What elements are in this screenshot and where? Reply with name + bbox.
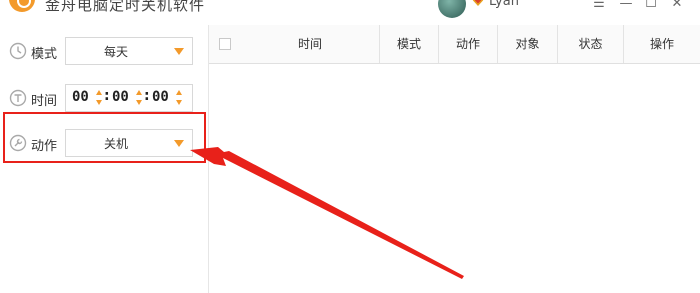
chevron-down-icon xyxy=(174,48,184,55)
time-row: 时间 00 : 00 : 00 xyxy=(0,84,208,114)
time-separator: : xyxy=(104,88,110,104)
vip-heart-icon xyxy=(472,0,484,6)
column-header-mode[interactable]: 模式 xyxy=(380,25,439,63)
time-input[interactable]: 00 : 00 : 00 xyxy=(65,84,193,112)
title-bar: 金舟电脑定时关机软件 Lyan ☰ — ☐ ✕ xyxy=(0,0,700,22)
select-all-checkbox[interactable] xyxy=(219,38,231,50)
time-icon xyxy=(9,89,27,107)
seconds-value[interactable]: 00 xyxy=(152,89,169,105)
clock-icon xyxy=(9,42,27,60)
seconds-spinner[interactable] xyxy=(176,89,182,107)
mode-label: 模式 xyxy=(31,47,58,62)
app-logo-icon xyxy=(9,0,35,12)
hours-value[interactable]: 00 xyxy=(72,89,89,105)
maximize-button[interactable]: ☐ xyxy=(641,0,661,14)
column-header-target[interactable]: 对象 xyxy=(498,25,558,63)
minimize-button[interactable]: — xyxy=(616,0,636,14)
column-header-status[interactable]: 状态 xyxy=(558,25,624,63)
mode-select[interactable]: 每天 xyxy=(65,37,193,65)
annotation-highlight-box xyxy=(3,112,206,163)
user-avatar[interactable] xyxy=(438,0,466,18)
mode-value: 每天 xyxy=(103,45,128,59)
column-header-action[interactable]: 动作 xyxy=(439,25,498,63)
column-header-time[interactable]: 时间 xyxy=(241,25,380,63)
minutes-spinner[interactable] xyxy=(136,89,142,107)
hours-spinner[interactable] xyxy=(96,89,102,107)
task-table-body xyxy=(209,64,700,293)
app-title: 金舟电脑定时关机软件 xyxy=(45,0,206,14)
task-table-header: 时间 模式 动作 对象 状态 操作 xyxy=(209,25,700,64)
username-label[interactable]: Lyan xyxy=(489,0,519,9)
time-separator: : xyxy=(144,88,150,104)
minutes-value[interactable]: 00 xyxy=(112,89,129,105)
menu-button[interactable]: ☰ xyxy=(589,0,609,14)
column-header-operation[interactable]: 操作 xyxy=(624,25,700,63)
settings-panel: 模式 每天 时间 00 : 00 : 00 动作 关机 xyxy=(0,25,209,293)
mode-row: 模式 每天 xyxy=(0,37,208,67)
close-button[interactable]: ✕ xyxy=(667,0,687,14)
time-label: 时间 xyxy=(31,94,58,109)
